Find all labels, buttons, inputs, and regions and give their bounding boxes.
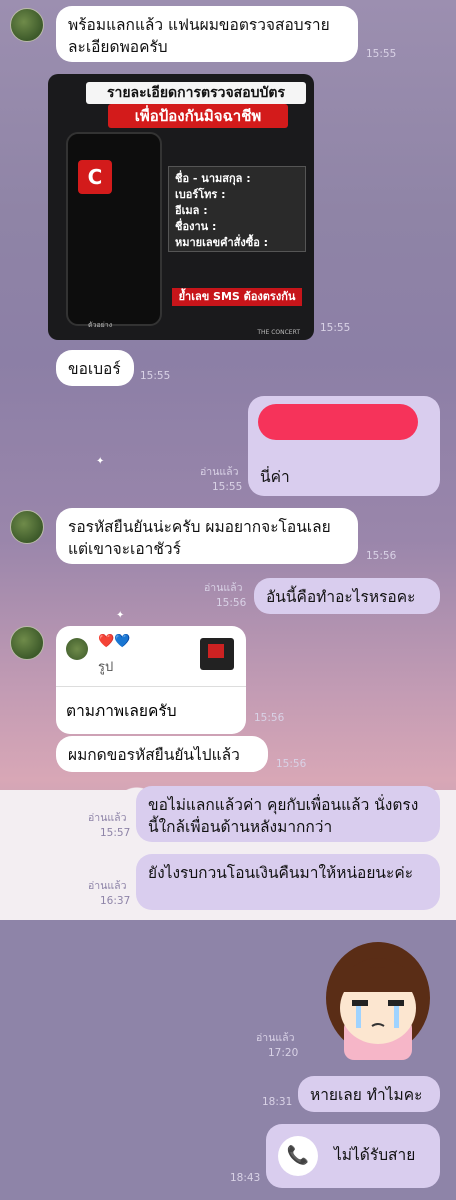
crying-girl-sticker[interactable] [316, 938, 440, 1060]
message-bubble-incoming[interactable]: ผมกดขอรหัสยืนยันไปแล้ว [56, 736, 268, 772]
message-text: ตามภาพเลยครับ [66, 702, 177, 720]
message-text: ผมกดขอรหัสยืนยันไปแล้ว [68, 746, 240, 764]
message-time: 17:20 [268, 1047, 299, 1059]
image-brand: THE CONCERT [257, 329, 300, 336]
chat-screen: ✦ ✦ ✦ พร้อมแลกแล้ว แฟนผมขอตรวจสอบรายละเอ… [0, 0, 456, 1200]
message-text: พร้อมแลกแล้ว แฟนผมขอตรวจสอบรายละเอียดพอค… [68, 16, 330, 56]
message-time: 15:55 [212, 481, 243, 493]
redaction-scribble [258, 404, 418, 440]
message-time: 15:57 [100, 827, 131, 839]
image-title: รายละเอียดการตรวจสอบบัตร [86, 82, 306, 104]
message-time: 15:55 [366, 48, 397, 60]
hearts-icon: ❤️💙 [98, 634, 131, 649]
missed-call-label: ไม่ได้รับสาย [334, 1146, 416, 1164]
card-divider [56, 686, 246, 687]
message-bubble-outgoing[interactable]: ขอไม่แลกแล้วค่า คุยกับเพื่อนแล้ว นั่งตรง… [136, 786, 440, 842]
message-bubble-outgoing[interactable]: หายเลย ทำไมคะ [298, 1076, 440, 1112]
message-time: 15:55 [140, 370, 171, 382]
message-bubble-outgoing[interactable]: ยังไงรบกวนโอนเงินคืนมาให้หน่อยนะค่ะ [136, 854, 440, 910]
image-subtitle: เพื่อป้องกันมิจฉาชีพ [108, 104, 288, 128]
concert-logo: C [78, 160, 112, 194]
photo-album-card[interactable]: ❤️💙 รูป ตามภาพเลยครับ [56, 626, 246, 734]
message-time: 15:55 [320, 322, 351, 334]
message-text: อันนี้คือทำอะไรหรอคะ [266, 588, 416, 606]
card-title: รูป [98, 660, 114, 675]
read-receipt: อ่านแล้ว [200, 466, 239, 478]
form-line: อีเมล : [175, 204, 208, 217]
message-time: 15:56 [366, 550, 397, 562]
message-bubble-incoming[interactable]: พร้อมแลกแล้ว แฟนผมขอตรวจสอบรายละเอียดพอค… [56, 6, 358, 62]
image-caption: ตัวอย่าง [88, 321, 113, 329]
message-bubble-incoming[interactable]: รอรหัสยืนยันน่ะครับ ผมอยากจะโอนเลย แต่เข… [56, 508, 358, 564]
message-time: 15:56 [254, 712, 285, 724]
message-text: รอรหัสยืนยันน่ะครับ ผมอยากจะโอนเลย แต่เข… [68, 518, 331, 558]
image-sms-banner: ย้ำเลข SMS ต้องตรงกัน [172, 288, 302, 306]
form-line: ชื่อ - นามสกุล : [175, 172, 251, 185]
card-thumbnail[interactable] [200, 638, 234, 670]
shared-image[interactable]: รายละเอียดการตรวจสอบบัตร เพื่อป้องกันมิจ… [48, 74, 314, 340]
missed-call-bubble[interactable]: 📞 ไม่ได้รับสาย [266, 1124, 440, 1188]
sender-avatar[interactable] [10, 510, 44, 544]
message-time: 18:31 [262, 1096, 293, 1108]
sender-avatar[interactable] [10, 626, 44, 660]
read-receipt: อ่านแล้ว [88, 812, 127, 824]
message-bubble-outgoing[interactable]: อันนี้คือทำอะไรหรอคะ [254, 578, 440, 614]
sparkle-icon: ✦ [116, 610, 125, 621]
image-form: ชื่อ - นามสกุล : เบอร์โทร : อีเมล : ชื่อ… [168, 166, 306, 252]
sparkle-icon: ✦ [96, 456, 105, 467]
read-receipt: อ่านแล้ว [88, 880, 127, 892]
sender-avatar[interactable] [10, 8, 44, 42]
read-receipt: อ่านแล้ว [204, 582, 243, 594]
read-receipt: อ่านแล้ว [256, 1032, 295, 1044]
phone-icon: 📞 [278, 1136, 318, 1176]
form-line: ชื่องาน : [175, 220, 217, 233]
phone-mockup: C [66, 132, 162, 326]
message-text: ขอเบอร์ [68, 360, 121, 378]
message-bubble-incoming[interactable]: ขอเบอร์ [56, 350, 134, 386]
message-time: 15:56 [216, 597, 247, 609]
message-text: ขอไม่แลกแล้วค่า คุยกับเพื่อนแล้ว นั่งตรง… [148, 796, 419, 836]
message-text: ยังไงรบกวนโอนเงินคืนมาให้หน่อยนะค่ะ [148, 864, 414, 882]
message-text: นี่ค่า [260, 468, 290, 486]
message-text: หายเลย ทำไมคะ [310, 1086, 423, 1104]
message-time: 16:37 [100, 895, 131, 907]
message-time: 15:56 [276, 758, 307, 770]
form-line: เบอร์โทร : [175, 188, 226, 201]
message-time: 18:43 [230, 1172, 261, 1184]
form-line: หมายเลขคำสั่งซื้อ : [175, 236, 269, 249]
card-avatar [66, 638, 88, 660]
